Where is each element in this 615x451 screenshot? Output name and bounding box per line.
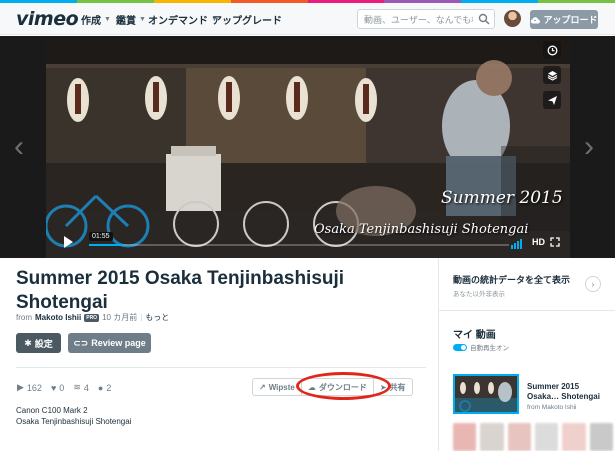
comments-count: 2 — [106, 382, 112, 393]
next-video-thumbnail[interactable] — [453, 374, 519, 414]
settings-button[interactable]: ✱ 設定 — [16, 333, 61, 353]
my-videos-title: マイ 動画 — [453, 330, 496, 341]
collections-count: 4 — [83, 382, 89, 393]
from-label: from — [16, 313, 32, 322]
comment-icon: ● — [97, 382, 104, 393]
settings-label: 設定 — [34, 338, 53, 349]
nav-watch[interactable]: 鑑賞 ▼ — [116, 12, 146, 27]
player-controls: 01:55 HD — [46, 232, 570, 258]
divider — [439, 310, 615, 311]
gear-icon: ✱ — [24, 337, 32, 348]
watch-later-clock-icon[interactable] — [543, 41, 561, 59]
link-icon: ⊂⊃ — [73, 337, 89, 348]
play-icon[interactable] — [64, 236, 73, 248]
comments-stat[interactable]: ● 2 — [98, 383, 111, 393]
divider — [16, 367, 426, 368]
heart-icon: ♥ — [50, 382, 57, 393]
review-label: Review page — [91, 338, 146, 348]
next-video-arrow-icon[interactable]: › — [584, 132, 594, 162]
chevron-down-icon: ▼ — [104, 16, 111, 23]
byline: from Makoto Ishii PRO 10 カ月前 | もっと — [16, 312, 170, 323]
video-stats-subtitle: あなた以外非表示 — [453, 291, 505, 298]
annotation-red-circle — [296, 372, 391, 400]
clip-description: Canon C100 Mark 2 Osaka Tenjinbashisuji … — [16, 405, 131, 427]
progress-fill — [89, 244, 123, 246]
autoplay-label: 自動再生オン — [470, 345, 509, 352]
video-frame[interactable]: Summer 2015 Osaka Tenjinbashisuji Shoten… — [46, 36, 570, 258]
share-paper-plane-icon[interactable] — [543, 91, 561, 109]
volume-icon[interactable] — [511, 239, 522, 249]
search-box[interactable] — [357, 9, 495, 29]
thumbnail-image — [455, 376, 517, 412]
likes-count: 0 — [59, 382, 65, 393]
upload-age: 10 カ月前 — [102, 313, 138, 322]
upload-label: アップロード — [543, 15, 598, 25]
autoplay-toggle[interactable]: 自動再生オン — [453, 342, 509, 352]
fullscreen-icon[interactable] — [550, 237, 560, 247]
current-time: 01:55 — [89, 232, 113, 241]
progress-bar[interactable] — [89, 244, 509, 246]
hd-badge[interactable]: HD — [532, 237, 545, 247]
search-input[interactable] — [358, 11, 473, 29]
overlay-title-line1: Summer 2015 — [441, 188, 563, 208]
plays-stat[interactable]: ▶ 162 — [17, 382, 42, 393]
upload-button[interactable]: アップロード — [530, 10, 598, 29]
search-icon[interactable] — [478, 13, 490, 25]
next-video-byline: from Makoto Ishii — [527, 404, 577, 411]
player-side-icons — [543, 41, 561, 109]
description-line: Canon C100 Mark 2 — [16, 406, 88, 415]
top-header: vimeo 作成 ▼ 鑑賞 ▼ オンデマンド ▼ アップグレード アップロード — [0, 3, 615, 35]
nav-on-demand[interactable]: オンデマンド ▼ — [148, 12, 218, 27]
chevron-down-icon: ▼ — [139, 16, 146, 23]
clip-stats: ▶ 162 ♥ 0 ≋ 4 ● 2 — [17, 382, 111, 393]
next-video-title-line: Osaka… Shotengai — [527, 392, 600, 401]
layers-icon: ≋ — [73, 382, 81, 392]
description-line: Osaka Tenjinbashisuji Shotengai — [16, 417, 132, 426]
author-link[interactable]: Makoto Ishii — [35, 313, 81, 322]
plays-count: 162 — [26, 382, 42, 393]
next-video-title[interactable]: Summer 2015 Osaka… Shotengai — [527, 382, 600, 402]
vimeo-logo[interactable]: vimeo — [16, 8, 79, 30]
external-link-icon: ↗ — [259, 382, 266, 392]
next-video-title-line: Summer 2015 — [527, 382, 580, 391]
video-player[interactable]: ‹ › Summer 2015 Osaka Tenjinbashisuji Sh… — [0, 36, 615, 258]
chevron-right-icon[interactable]: › — [585, 276, 601, 292]
play-count-icon: ▶ — [17, 382, 24, 392]
nav-upgrade-label: アップグレード — [212, 16, 282, 27]
cloud-upload-icon — [531, 16, 541, 24]
collections-layers-icon[interactable] — [543, 66, 561, 84]
nav-create-label: 作成 — [81, 16, 101, 27]
nav-watch-label: 鑑賞 — [116, 16, 136, 27]
right-sidebar: 動画の統計データを全て表示 あなた以外非表示 › マイ 動画 自動再生オン Su… — [438, 258, 615, 451]
more-link[interactable]: もっと — [145, 312, 169, 323]
share-label: 共有 — [389, 382, 406, 392]
toggle-switch-icon[interactable] — [453, 343, 467, 351]
user-avatar[interactable] — [504, 10, 521, 27]
video-stats-link[interactable]: 動画の統計データを全て表示 — [453, 273, 570, 286]
review-page-button[interactable]: ⊂⊃ Review page — [68, 333, 151, 353]
pro-badge: PRO — [84, 313, 100, 322]
likes-stat[interactable]: ♥ 0 — [51, 383, 64, 393]
nav-create[interactable]: 作成 ▼ — [81, 12, 111, 27]
watch-later-button[interactable]: ↗ Wipste — [252, 378, 302, 396]
blurred-thumbnails — [453, 423, 613, 451]
nav-upgrade[interactable]: アップグレード — [212, 12, 282, 27]
clip-title: Summer 2015 Osaka Tenjinbashisuji Shoten… — [16, 268, 345, 313]
collections-stat[interactable]: ≋ 4 — [73, 382, 89, 393]
nav-on-demand-label: オンデマンド — [148, 16, 208, 27]
watch-later-label: Wipste — [268, 382, 295, 392]
prev-video-arrow-icon[interactable]: ‹ — [14, 132, 24, 162]
